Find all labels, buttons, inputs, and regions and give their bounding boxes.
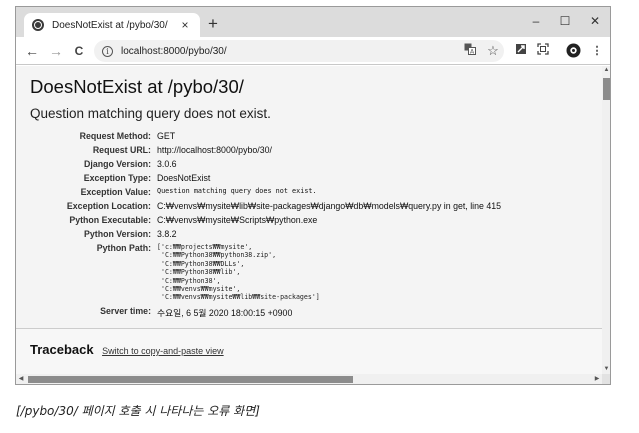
- meta-row: Server time: 수요일, 6 5월 2020 18:00:15 +090…: [30, 304, 501, 321]
- scroll-right-icon[interactable]: ▶: [592, 374, 602, 384]
- menu-icon[interactable]: ⋮: [589, 43, 605, 59]
- python-path-list: ['c:₩₩projects₩₩mysite', 'C:₩₩Python38₩₩…: [157, 243, 501, 302]
- request-meta-table: Request Method: GET Request URL: http://lo…: [30, 129, 501, 321]
- profile-icon[interactable]: [565, 43, 581, 59]
- screenshot-icon[interactable]: [535, 43, 551, 59]
- meta-label: Request Method:: [79, 131, 151, 141]
- error-summary: DoesNotExist at /pybo/30/ Question match…: [16, 66, 602, 328]
- meta-label: Exception Location:: [66, 201, 151, 211]
- close-window-button[interactable]: ✕: [580, 11, 610, 31]
- copy-paste-view-link[interactable]: Switch to copy-and-paste view: [102, 346, 224, 356]
- meta-value: 수요일, 6 5월 2020 18:00:15 +0900: [157, 307, 293, 318]
- forward-button[interactable]: →: [46, 41, 66, 61]
- meta-row: Request URL: http://localhost:8000/pybo/3…: [30, 143, 501, 157]
- scroll-down-icon[interactable]: ▼: [602, 365, 610, 374]
- horizontal-scrollbar[interactable]: ◀ ▶: [16, 374, 602, 384]
- meta-label: Python Executable:: [69, 215, 151, 225]
- new-tab-button[interactable]: +: [204, 15, 222, 33]
- meta-label: Exception Value:: [80, 187, 151, 197]
- python-path-entry: 'C:₩₩Python38₩₩lib',: [157, 268, 241, 277]
- browser-toolbar: ← → C i localhost:8000/pybo/30/ A ☆ ⋮: [16, 37, 610, 65]
- meta-row: Exception Type: DoesNotExist: [30, 171, 501, 185]
- python-path-entry: 'C:₩₩Python38',: [157, 276, 221, 285]
- meta-label: Python Version:: [84, 229, 151, 239]
- meta-label: Python Path:: [96, 243, 151, 253]
- python-path-entry: 'C:₩₩Python38₩₩python38.zip',: [157, 251, 277, 260]
- address-bar[interactable]: i localhost:8000/pybo/30/: [94, 40, 504, 62]
- meta-value: DoesNotExist: [157, 173, 211, 183]
- python-path-entry: 'C:₩₩Python38₩₩DLLs',: [157, 259, 245, 268]
- scrollbar-corner: [602, 374, 610, 384]
- browser-tab[interactable]: DoesNotExist at /pybo/30/ ×: [24, 13, 200, 37]
- tab-close-icon[interactable]: ×: [178, 18, 192, 32]
- globe-icon: [32, 19, 44, 31]
- meta-row: Python Version: 3.8.2: [30, 227, 501, 241]
- address-url: localhost:8000/pybo/30/: [121, 45, 227, 57]
- browser-window: DoesNotExist at /pybo/30/ × + – ☐ ✕ ← → …: [15, 6, 611, 385]
- python-path-entry: 'C:₩₩venvs₩₩mysite',: [157, 285, 241, 294]
- meta-value: http://localhost:8000/pybo/30/: [157, 145, 272, 155]
- extension-icon[interactable]: [513, 43, 529, 59]
- scroll-left-icon[interactable]: ◀: [16, 374, 26, 384]
- meta-value: C:₩venvs₩mysite₩lib₩site-packages₩django…: [157, 201, 502, 211]
- meta-row: Exception Location: C:₩venvs₩mysite₩lib₩s…: [30, 199, 501, 213]
- python-path-value: ['c:₩₩projects₩₩mysite', 'C:₩₩Python38₩₩…: [157, 241, 501, 304]
- meta-value: 3.8.2: [157, 229, 177, 239]
- meta-label: Exception Type:: [83, 173, 151, 183]
- scroll-up-icon[interactable]: ▲: [602, 66, 610, 75]
- meta-value: C:₩venvs₩mysite₩Scripts₩python.exe: [157, 215, 318, 225]
- meta-row: Django Version: 3.0.6: [30, 157, 501, 171]
- tab-title: DoesNotExist at /pybo/30/: [52, 19, 168, 31]
- meta-value: Question matching query does not exist.: [157, 187, 317, 195]
- meta-label: Server time:: [100, 305, 151, 316]
- meta-row: Request Method: GET: [30, 129, 501, 143]
- page-content: DoesNotExist at /pybo/30/ Question match…: [16, 66, 602, 374]
- page-title: DoesNotExist at /pybo/30/: [30, 76, 244, 97]
- figure-caption: [/pybo/30/ 페이지 호출 시 나타나는 오류 화면]: [16, 404, 260, 418]
- meta-label: Request URL:: [92, 145, 151, 155]
- meta-value: GET: [157, 131, 176, 141]
- meta-value: 3.0.6: [157, 159, 177, 169]
- python-path-entry: ['c:₩₩projects₩₩mysite',: [157, 243, 253, 251]
- traceback-heading: Traceback: [30, 342, 94, 357]
- reload-button[interactable]: C: [69, 41, 89, 61]
- vertical-scroll-thumb[interactable]: [603, 78, 610, 100]
- error-message: Question matching query does not exist.: [30, 106, 271, 121]
- minimize-button[interactable]: –: [521, 11, 551, 31]
- back-button[interactable]: ←: [22, 41, 42, 61]
- meta-row: Python Executable: C:₩venvs₩mysite₩Script…: [30, 213, 501, 227]
- translate-icon[interactable]: A: [462, 43, 478, 59]
- meta-row: Python Path: ['c:₩₩projects₩₩mysite', 'C…: [30, 241, 501, 304]
- maximize-button[interactable]: ☐: [550, 11, 580, 31]
- python-path-entry: 'C:₩₩venvs₩₩mysite₩₩lib₩₩site-packages']: [157, 293, 320, 302]
- info-icon[interactable]: i: [102, 45, 113, 57]
- horizontal-scroll-thumb[interactable]: [28, 376, 353, 383]
- meta-label: Django Version:: [84, 159, 151, 169]
- tab-strip: DoesNotExist at /pybo/30/ × + – ☐ ✕: [16, 7, 610, 37]
- star-icon[interactable]: ☆: [485, 43, 501, 59]
- traceback-section: Traceback Switch to copy-and-paste view: [16, 328, 602, 374]
- vertical-scrollbar[interactable]: ▲ ▼: [602, 66, 610, 374]
- meta-row: Exception Value: Question matching query …: [30, 185, 501, 199]
